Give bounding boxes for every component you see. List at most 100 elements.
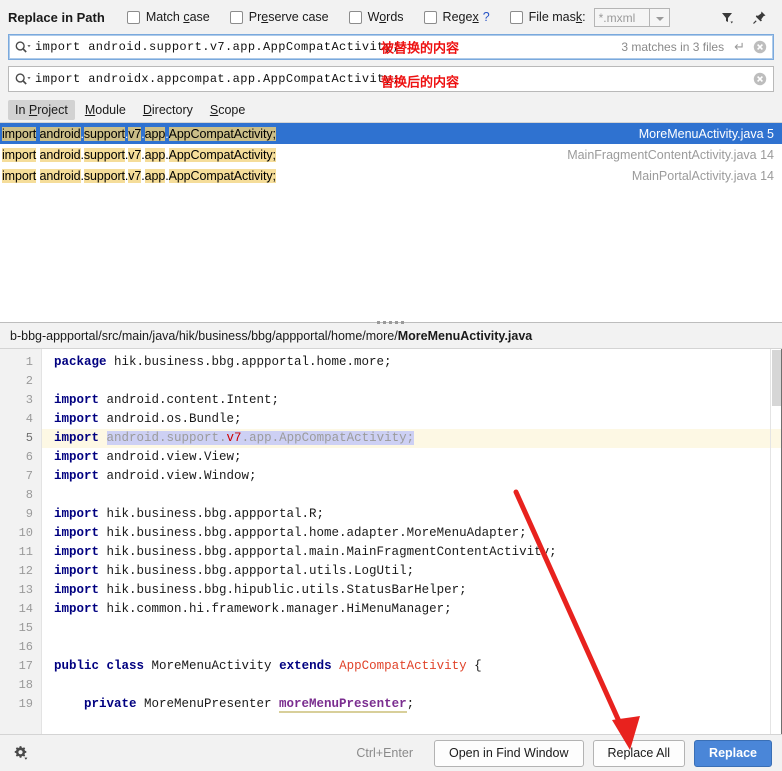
file-mask-input[interactable]: *.mxml [593, 7, 650, 27]
table-row[interactable]: import android.support.v7.app.AppCompatA… [0, 165, 782, 186]
code-lines[interactable]: package hik.business.bbg.appportal.home.… [42, 349, 782, 734]
file-mask-checkbox-box[interactable] [509, 10, 523, 24]
code-line: private MoreMenuPresenter moreMenuPresen… [42, 695, 782, 714]
code-line: package hik.business.bbg.appportal.home.… [42, 353, 782, 372]
code-token: public class [54, 659, 152, 673]
replace-field[interactable]: import androidx.appcompat.app.AppCompatA… [8, 66, 774, 92]
search-icon[interactable] [9, 40, 35, 54]
code-token: android.content.Intent; [106, 393, 280, 407]
preserve-case-checkbox-box[interactable] [229, 10, 243, 24]
search-field[interactable]: import android.support.v7.app.AppCompatA… [8, 34, 774, 60]
code-token: { [466, 659, 482, 673]
code-line: import hik.business.bbg.hipublic.utils.S… [42, 581, 782, 600]
code-line: public class MoreMenuActivity extends Ap… [42, 657, 782, 676]
clear-replace-icon[interactable] [753, 72, 767, 86]
code-token: android.os.Bundle; [106, 412, 242, 426]
code-token: import [54, 545, 107, 559]
checkbox-words[interactable]: Words [348, 10, 404, 24]
code-token: hik.business.bbg.appportal.main.MainFrag… [106, 545, 557, 559]
code-token: hik.business.bbg.appportal.utils.LogUtil… [106, 564, 415, 578]
line-number: 18 [18, 678, 33, 692]
panel-splitter[interactable] [0, 309, 782, 324]
shortcut-hint: Ctrl+Enter [356, 746, 413, 760]
file-mask-combo[interactable]: *.mxml [593, 7, 670, 27]
line-number: 4 [25, 412, 33, 426]
line-number: 19 [18, 697, 33, 711]
code-token: import [54, 507, 107, 521]
code-scrollbar-thumb[interactable] [772, 350, 781, 406]
code-line: import android.content.Intent; [42, 391, 782, 410]
code-line: import hik.business.bbg.appportal.home.a… [42, 524, 782, 543]
preserve-case-label: Preserve case [248, 10, 329, 24]
tab-in-project[interactable]: In Project [8, 100, 75, 120]
code-token: package [54, 355, 115, 369]
replace-search-icon[interactable] [9, 72, 35, 86]
open-in-find-window-button[interactable]: Open in Find Window [433, 739, 584, 767]
search-fields: import android.support.v7.app.AppCompatA… [0, 34, 782, 98]
code-token: hik.business.bbg.appportal.home.more; [114, 355, 392, 369]
code-token: ; [406, 697, 415, 711]
table-row[interactable]: import android.support.v7.app.AppCompatA… [0, 123, 782, 144]
code-token: import [54, 431, 107, 445]
filter-icon[interactable] [718, 8, 736, 26]
pin-icon[interactable] [750, 8, 768, 26]
table-row[interactable]: import android.support.v7.app.AppCompatA… [0, 144, 782, 165]
line-number: 1 [25, 355, 33, 369]
code-line-current: import android.support.v7.app.AppCompatA… [42, 429, 782, 448]
line-number: 15 [18, 621, 33, 635]
code-line: import hik.business.bbg.appportal.R; [42, 505, 782, 524]
code-token: private [54, 697, 145, 711]
checkbox-match-case[interactable]: Match case [126, 10, 210, 24]
code-token: hik.business.bbg.appportal.R; [106, 507, 325, 521]
code-line: import android.view.View; [42, 448, 782, 467]
replace-input-value[interactable]: import androidx.appcompat.app.AppCompatA… [35, 72, 400, 86]
code-token: import [54, 450, 107, 464]
annotation-search-label: 被替换的内容 [381, 40, 460, 56]
option-checkboxes: Match case Preserve case Words Regex ? F… [126, 7, 670, 27]
chevron-down-icon[interactable] [649, 7, 670, 27]
tab-directory[interactable]: Directory [136, 100, 200, 120]
results-list[interactable]: import android.support.v7.app.AppCompatA… [0, 122, 782, 309]
splitter-grip-icon[interactable] [377, 321, 405, 324]
line-number: 10 [18, 526, 33, 540]
replace-button[interactable]: Replace [694, 739, 772, 767]
code-token: hik.business.bbg.appportal.home.adapter.… [106, 526, 527, 540]
checkbox-file-mask[interactable]: File mask: [509, 10, 586, 24]
annotation-replace-label: 替换后的内容 [381, 74, 460, 90]
code-token: android.view.View; [106, 450, 242, 464]
code-token: MoreMenuPresenter [144, 697, 280, 711]
regex-help-link[interactable]: ? [483, 10, 490, 24]
result-file-name: MainPortalActivity.java 14 [631, 168, 774, 183]
words-checkbox-box[interactable] [348, 10, 362, 24]
line-number: 14 [18, 602, 33, 616]
match-case-label: Match case [145, 10, 210, 24]
code-token: MoreMenuActivity [151, 659, 280, 673]
result-match-text: import android.support.v7.app.AppCompatA… [2, 168, 276, 183]
match-case-checkbox-box[interactable] [126, 10, 140, 24]
line-number: 12 [18, 564, 33, 578]
replace-all-button[interactable]: Replace All [592, 739, 686, 767]
code-token: import [54, 526, 107, 540]
scope-tabs: In Project Module Directory Scope [0, 98, 782, 122]
line-number: 7 [25, 469, 33, 483]
code-line: import hik.business.bbg.appportal.main.M… [42, 543, 782, 562]
regex-checkbox-box[interactable] [423, 10, 437, 24]
gear-icon[interactable] [10, 742, 32, 764]
checkbox-regex[interactable]: Regex ? [423, 10, 490, 24]
tab-scope[interactable]: Scope [203, 100, 252, 120]
search-input-value[interactable]: import android.support.v7.app.AppCompatA… [35, 40, 400, 54]
line-number: 5 [25, 431, 33, 445]
clear-search-icon[interactable] [753, 40, 767, 54]
checkbox-preserve-case[interactable]: Preserve case [229, 10, 329, 24]
breadcrumb: b-bbg-appportal/src/main/java/hik/busine… [0, 323, 782, 349]
tab-module[interactable]: Module [78, 100, 133, 120]
result-match-text: import android.support.v7.app.AppCompatA… [2, 126, 276, 141]
words-label: Words [367, 10, 404, 24]
page-title: Replace in Path [8, 9, 105, 25]
match-count-status: 3 matches in 3 files [621, 40, 725, 54]
dialog-header: Replace in Path Match case Preserve case… [0, 0, 782, 34]
